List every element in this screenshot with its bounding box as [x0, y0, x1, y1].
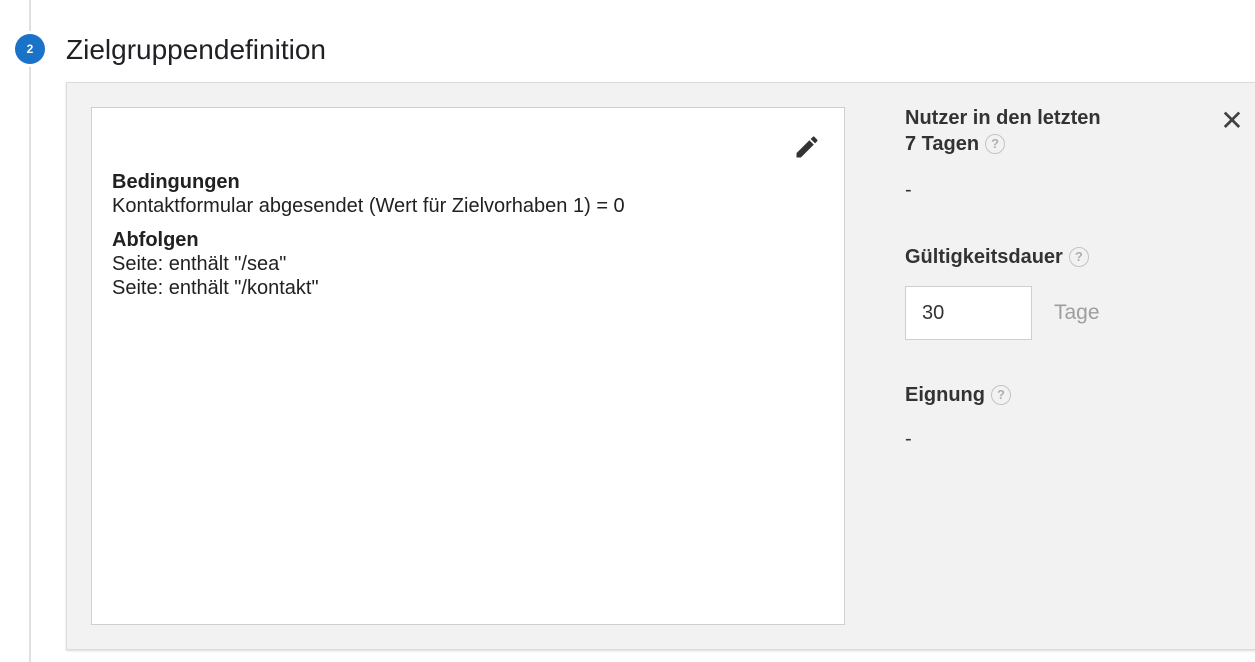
audience-definition-panel: Bedingungen Kontaktformular abgesendet (… — [66, 82, 1255, 650]
eligibility-label: Eignung — [905, 384, 985, 406]
users-label-line2: 7 Tagen — [905, 133, 980, 155]
users-label-line1: Nutzer in den letzten — [905, 107, 1101, 129]
validity-unit: Tage — [1054, 301, 1100, 324]
sequence-line: Seite: enthält "/sea" — [112, 253, 287, 275]
sequence-line: Seite: enthält "/kontakt" — [112, 277, 319, 299]
sequences-heading: Abfolgen — [112, 229, 199, 251]
validity-row: Tage — [905, 286, 1100, 340]
audience-metrics-sidebar: Nutzer in den letzten 7 Tagen? - Gültigk… — [905, 83, 1245, 649]
help-icon[interactable]: ? — [985, 134, 1006, 154]
edit-button[interactable] — [790, 130, 824, 164]
help-icon[interactable]: ? — [1068, 247, 1089, 267]
definition-card: Bedingungen Kontaktformular abgesendet (… — [91, 107, 845, 625]
condition-line: Kontaktformular abgesendet (Wert für Zie… — [112, 195, 625, 217]
eligibility-label-row: Eignung? — [905, 382, 1011, 408]
validity-label: Gültigkeitsdauer — [905, 246, 1063, 268]
eligibility-value: - — [905, 428, 912, 450]
users-value: - — [905, 179, 912, 201]
validity-days-input[interactable] — [905, 286, 1032, 340]
validity-label-row: Gültigkeitsdauer? — [905, 244, 1089, 270]
help-icon[interactable]: ? — [990, 385, 1011, 405]
conditions-heading: Bedingungen — [112, 171, 240, 193]
step-number-badge: 2 — [15, 34, 45, 64]
step-title: Zielgruppendefinition — [66, 34, 326, 65]
users-last-7-days-label: Nutzer in den letzten 7 Tagen? — [905, 105, 1165, 157]
pencil-icon — [796, 136, 818, 158]
close-icon[interactable]: ✕ — [1217, 105, 1247, 136]
stepper-line — [29, 0, 31, 662]
users-label-line2-row: 7 Tagen? — [905, 131, 1165, 157]
definition-content: Bedingungen Kontaktformular abgesendet (… — [112, 170, 824, 300]
